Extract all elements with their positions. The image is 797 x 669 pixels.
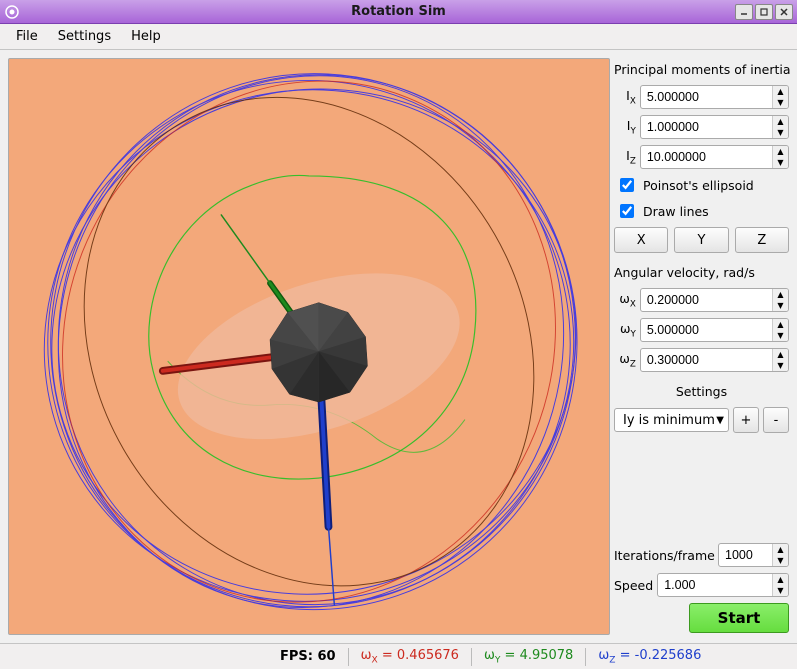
label-ix: IX (614, 88, 636, 107)
moments-title: Principal moments of inertia (614, 62, 789, 77)
side-panel: Principal moments of inertia IX ▲▼ IY ▲▼… (614, 58, 789, 635)
input-wx-field[interactable] (641, 289, 772, 311)
status-wx: ωX = 0.465676 (349, 648, 471, 666)
input-iterations[interactable]: ▲▼ (718, 543, 789, 567)
settings-minus-button[interactable]: - (763, 407, 789, 433)
label-iterations: Iterations/frame (614, 548, 714, 563)
checkbox-poinsot-box[interactable] (620, 178, 634, 192)
input-wz-field[interactable] (641, 349, 772, 371)
status-wy: ωY = 4.95078 (472, 648, 585, 666)
viewport-3d[interactable] (8, 58, 610, 635)
settings-plus-button[interactable]: + (733, 407, 759, 433)
status-wz: ωZ = -0.225686 (586, 648, 713, 666)
input-iy[interactable]: ▲▼ (640, 115, 789, 139)
iter-up-icon[interactable]: ▲ (773, 544, 788, 555)
window-title: Rotation Sim (0, 4, 797, 19)
iz-down-icon[interactable]: ▼ (773, 157, 788, 168)
input-speed[interactable]: ▲▼ (657, 573, 789, 597)
angular-title: Angular velocity, rad/s (614, 265, 789, 280)
label-speed: Speed (614, 578, 653, 593)
row-iz: IZ ▲▼ (614, 145, 789, 169)
row-wz: ωZ ▲▼ (614, 348, 789, 372)
input-wx[interactable]: ▲▼ (640, 288, 789, 312)
input-iterations-field[interactable] (719, 544, 772, 566)
row-iterations: Iterations/frame ▲▼ (614, 543, 789, 567)
axis-x-button[interactable]: X (614, 227, 668, 253)
row-iy: IY ▲▼ (614, 115, 789, 139)
ix-down-icon[interactable]: ▼ (773, 97, 788, 108)
iy-up-icon[interactable]: ▲ (773, 116, 788, 127)
speed-up-icon[interactable]: ▲ (773, 574, 788, 585)
checkbox-drawlines-label: Draw lines (643, 204, 709, 219)
settings-select[interactable]: Iy is minimum ▼ (614, 408, 729, 432)
iter-down-icon[interactable]: ▼ (773, 555, 788, 566)
input-ix[interactable]: ▲▼ (640, 85, 789, 109)
input-iz-field[interactable] (641, 146, 772, 168)
input-wz[interactable]: ▲▼ (640, 348, 789, 372)
wx-up-icon[interactable]: ▲ (773, 289, 788, 300)
app-icon (4, 4, 20, 20)
input-wy[interactable]: ▲▼ (640, 318, 789, 342)
row-speed: Speed ▲▼ (614, 573, 789, 597)
label-wx: ωX (614, 291, 636, 310)
settings-select-value: Iy is minimum (623, 413, 715, 428)
input-ix-field[interactable] (641, 86, 772, 108)
wz-up-icon[interactable]: ▲ (773, 349, 788, 360)
chevron-down-icon: ▼ (716, 415, 724, 426)
input-wy-field[interactable] (641, 319, 772, 341)
row-wx: ωX ▲▼ (614, 288, 789, 312)
statusbar: FPS: 60 ωX = 0.465676 ωY = 4.95078 ωZ = … (0, 643, 797, 669)
titlebar: Rotation Sim (0, 0, 797, 24)
label-wy: ωY (614, 321, 636, 340)
start-button[interactable]: Start (689, 603, 789, 633)
checkbox-poinsot[interactable]: Poinsot's ellipsoid (614, 175, 789, 195)
wx-down-icon[interactable]: ▼ (773, 300, 788, 311)
input-iz[interactable]: ▲▼ (640, 145, 789, 169)
ix-up-icon[interactable]: ▲ (773, 86, 788, 97)
menubar: File Settings Help (0, 24, 797, 50)
input-iy-field[interactable] (641, 116, 772, 138)
minimize-button[interactable] (735, 4, 753, 20)
speed-down-icon[interactable]: ▼ (773, 585, 788, 596)
menu-file[interactable]: File (8, 26, 46, 47)
checkbox-drawlines-box[interactable] (620, 204, 634, 218)
iz-up-icon[interactable]: ▲ (773, 146, 788, 157)
input-speed-field[interactable] (658, 574, 772, 596)
wz-down-icon[interactable]: ▼ (773, 360, 788, 371)
row-settings-select: Iy is minimum ▼ + - (614, 407, 789, 433)
label-wz: ωZ (614, 351, 636, 370)
checkbox-drawlines[interactable]: Draw lines (614, 201, 789, 221)
maximize-button[interactable] (755, 4, 773, 20)
close-button[interactable] (775, 4, 793, 20)
settings-title: Settings (614, 384, 789, 399)
label-iz: IZ (614, 148, 636, 167)
row-wy: ωY ▲▼ (614, 318, 789, 342)
iy-down-icon[interactable]: ▼ (773, 127, 788, 138)
label-iy: IY (614, 118, 636, 137)
menu-settings[interactable]: Settings (50, 26, 119, 47)
menu-help[interactable]: Help (123, 26, 169, 47)
status-fps: FPS: 60 (268, 649, 348, 664)
row-ix: IX ▲▼ (614, 85, 789, 109)
axis-z-button[interactable]: Z (735, 227, 789, 253)
checkbox-poinsot-label: Poinsot's ellipsoid (643, 178, 754, 193)
wy-up-icon[interactable]: ▲ (773, 319, 788, 330)
axis-y-button[interactable]: Y (674, 227, 728, 253)
wy-down-icon[interactable]: ▼ (773, 330, 788, 341)
